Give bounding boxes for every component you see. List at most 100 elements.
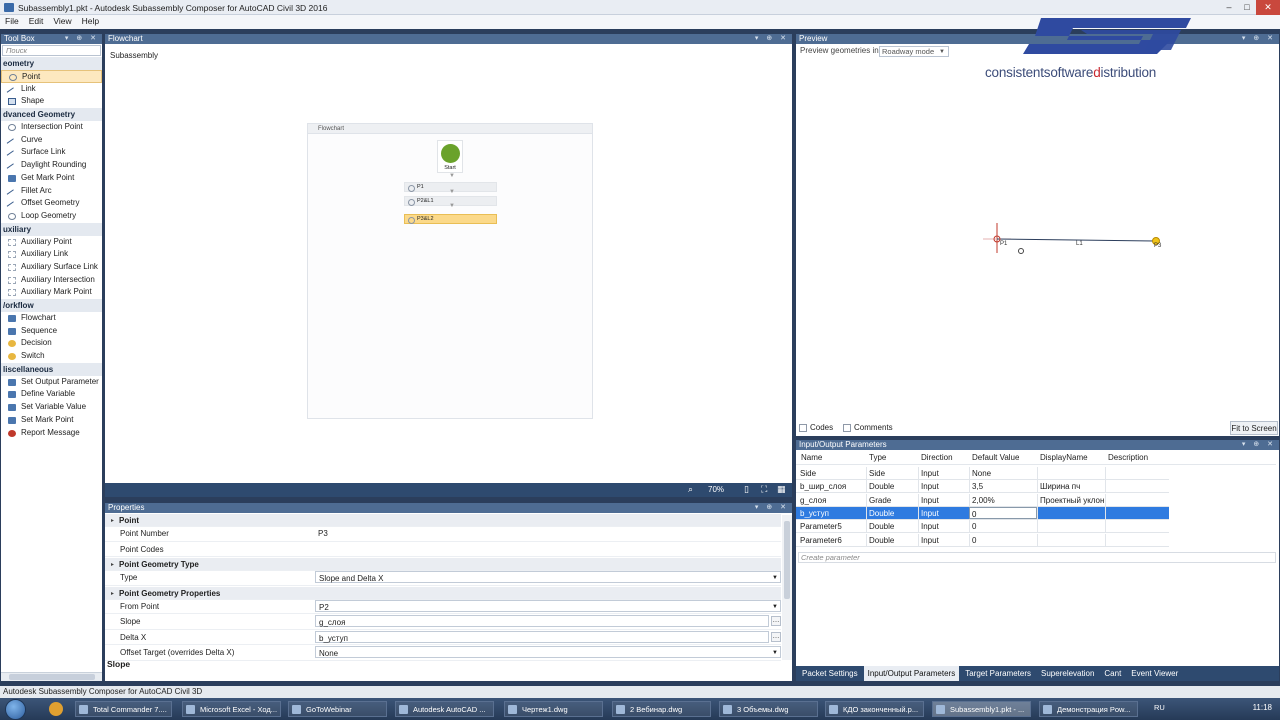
browser-icon[interactable] — [49, 702, 63, 716]
io-cell-description[interactable] — [1105, 480, 1169, 494]
io-cell-direction[interactable]: Input — [918, 533, 969, 547]
toolbox-item-point[interactable]: Point — [1, 70, 102, 83]
taskbar-item-чертеж1-dwg[interactable]: Чертеж1.dwg — [504, 701, 603, 717]
property-value-slope[interactable]: g_слоя — [315, 615, 769, 627]
io-cell-direction[interactable]: Input — [918, 467, 969, 480]
toolbox-item-set-output-parameter[interactable]: Set Output Parameter — [1, 376, 102, 389]
tab-event-viewer[interactable]: Event Viewer — [1127, 666, 1182, 681]
io-table-row[interactable]: b_уступ Double Input 0 — [796, 506, 1169, 520]
io-cell-default-value[interactable]: 0 — [969, 533, 1037, 547]
menu-file[interactable]: File — [4, 15, 24, 29]
property-value-delta-x[interactable]: b_уступ — [315, 630, 769, 643]
toolbox-item-auxiliary-mark-point[interactable]: Auxiliary Mark Point — [1, 286, 102, 299]
io-header-default-value[interactable]: Default Value — [972, 451, 1019, 465]
toolbox-item-set-mark-point[interactable]: Set Mark Point — [1, 414, 102, 427]
io-header-name[interactable]: Name — [801, 451, 822, 465]
io-cell-direction[interactable]: Input — [918, 520, 969, 534]
menu-edit[interactable]: Edit — [28, 15, 49, 29]
io-cell-displayname[interactable]: Проектный уклон — [1037, 493, 1105, 507]
fit-to-screen-button[interactable]: Fit to Screen — [1230, 421, 1278, 435]
panel-pin-icon[interactable]: ▾ ⊕ ✕ — [755, 503, 789, 513]
toolbox-item-curve[interactable]: Curve — [1, 134, 102, 149]
tab-packet-settings[interactable]: Packet Settings — [798, 666, 862, 681]
io-header-displayname[interactable]: DisplayName — [1040, 451, 1088, 465]
panel-pin-icon[interactable]: ▾ ⊕ ✕ — [755, 34, 789, 44]
toolbox-category[interactable]: dvanced Geometry — [1, 108, 102, 122]
language-indicator[interactable]: RU — [1154, 703, 1165, 712]
io-cell-direction[interactable]: Input — [918, 493, 969, 507]
property-value-type[interactable]: Slope and Delta X ▼ — [315, 571, 781, 583]
toolbox-item-get-mark-point[interactable]: Get Mark Point — [1, 172, 102, 185]
io-cell-default-value[interactable]: 0 — [969, 520, 1037, 534]
property-value-offset-target-overrides-delta-x[interactable]: None ▼ — [315, 646, 781, 658]
panel-pin-icon[interactable]: ▾ ⊕ ✕ — [65, 34, 99, 44]
io-table-row[interactable]: b_шир_слоя Double Input 3,5 Ширина пч — [796, 480, 1169, 494]
io-header-direction[interactable]: Direction — [921, 451, 953, 465]
io-cell-displayname[interactable]: Ширина пч — [1037, 480, 1105, 494]
zoom-icon[interactable]: ⌕ — [688, 484, 693, 495]
menu-help[interactable]: Help — [81, 15, 104, 29]
io-header-type[interactable]: Type — [869, 451, 886, 465]
toolbox-item-auxiliary-link[interactable]: Auxiliary Link — [1, 248, 102, 261]
io-header-description[interactable]: Description — [1108, 451, 1148, 465]
taskbar-item-subassembly1-pkt[interactable]: Subassembly1.pkt - ... — [932, 701, 1031, 717]
io-cell-name[interactable]: b_уступ — [798, 507, 866, 520]
minimize-button[interactable]: – — [1220, 0, 1238, 15]
default-value-editor[interactable]: 0 — [969, 506, 1037, 519]
start-button[interactable] — [5, 699, 26, 720]
toolbox-item-report-message[interactable]: Report Message — [1, 427, 102, 440]
tab-cant[interactable]: Cant — [1100, 666, 1125, 681]
create-parameter-input[interactable]: Create parameter — [798, 552, 1276, 563]
property-value-point-codes[interactable] — [315, 543, 781, 555]
toolbox-category[interactable]: /orkflow — [1, 299, 102, 312]
toolbox-item-auxiliary-point[interactable]: Auxiliary Point — [1, 236, 102, 249]
panel-pin-icon[interactable]: ▾ ⊕ ✕ — [1242, 440, 1276, 450]
property-category-point-geometry-type[interactable]: Point Geometry Type — [105, 558, 781, 571]
io-cell-displayname[interactable] — [1037, 467, 1105, 480]
comments-checkbox[interactable]: Comments — [843, 423, 893, 432]
fit-page-icon[interactable]: ▯ — [744, 484, 749, 495]
io-cell-type[interactable]: Grade — [866, 493, 918, 507]
toolbox-item-flowchart[interactable]: Flowchart — [1, 312, 102, 325]
toolbox-category[interactable]: liscellaneous — [1, 362, 102, 376]
property-category-point[interactable]: Point — [105, 514, 781, 527]
io-cell-description[interactable] — [1105, 506, 1169, 520]
io-cell-name[interactable]: Parameter5 — [798, 520, 866, 533]
toolbox-item-set-variable-value[interactable]: Set Variable Value — [1, 401, 102, 414]
io-cell-description[interactable] — [1105, 520, 1169, 534]
io-cell-description[interactable] — [1105, 493, 1169, 507]
io-cell-displayname[interactable] — [1037, 520, 1105, 534]
toolbox-item-shape[interactable]: Shape — [1, 95, 102, 108]
start-node[interactable]: Start — [437, 140, 463, 173]
preview-geometry-canvas[interactable]: P1 L1 P3 — [796, 34, 1279, 436]
toolbox-item-auxiliary-intersection[interactable]: Auxiliary Intersection — [1, 274, 102, 287]
property-value-point-number[interactable]: P3 — [315, 527, 781, 539]
io-table-row[interactable]: g_слоя Grade Input 2,00% Проектный уклон — [796, 493, 1169, 507]
toolbox-item-intersection-point[interactable]: Intersection Point — [1, 121, 102, 134]
io-cell-type[interactable]: Side — [866, 467, 918, 480]
property-value-from-point[interactable]: P2 ▼ — [315, 599, 781, 612]
io-cell-displayname[interactable] — [1037, 506, 1105, 520]
menu-view[interactable]: View — [52, 15, 76, 29]
toolbox-category[interactable]: eometry — [1, 57, 102, 70]
breadcrumb[interactable]: Subassembly — [110, 51, 158, 60]
taskbar-item-microsoft-excel-ход[interactable]: Microsoft Excel - Ход... — [182, 701, 281, 717]
toolbox-item-fillet-arc[interactable]: Fillet Arc — [1, 185, 102, 200]
io-cell-type[interactable]: Double — [866, 506, 918, 520]
io-cell-description[interactable] — [1105, 467, 1169, 480]
codes-checkbox[interactable]: Codes — [799, 423, 833, 432]
toolbox-search-input[interactable]: Поиск — [2, 45, 101, 56]
io-cell-name[interactable]: g_слоя — [798, 494, 866, 507]
toolbox-item-auxiliary-surface-link[interactable]: Auxiliary Surface Link — [1, 261, 102, 274]
toolbox-item-define-variable[interactable]: Define Variable — [1, 388, 102, 401]
flow-node-p3-l2[interactable]: P3&L2 — [404, 214, 497, 224]
toolbox-item-decision[interactable]: Decision — [1, 337, 102, 350]
properties-scrollbar[interactable] — [782, 515, 792, 660]
toolbox-category[interactable]: uxiliary — [1, 222, 102, 236]
taskbar-item-autodesk-autocad[interactable]: Autodesk AutoCAD ... — [395, 701, 494, 717]
toolbox-item-loop-geometry[interactable]: Loop Geometry — [1, 210, 102, 223]
property-category-point-geometry-properties[interactable]: Point Geometry Properties — [105, 586, 781, 600]
close-button[interactable]: ✕ — [1256, 0, 1280, 15]
toolbox-scrollbar[interactable] — [1, 672, 102, 681]
toolbox-item-sequence[interactable]: Sequence — [1, 325, 102, 338]
